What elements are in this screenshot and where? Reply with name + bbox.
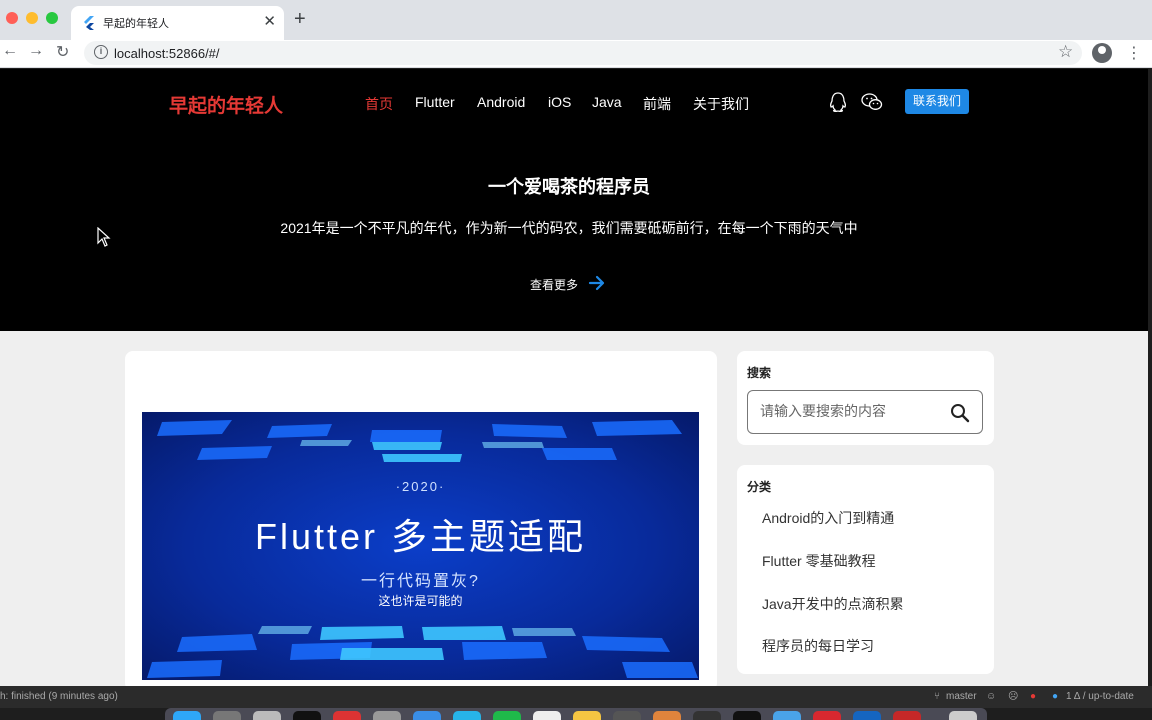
dock-app-icon[interactable]: [413, 711, 441, 720]
search-card: 搜索: [737, 351, 994, 445]
reload-button[interactable]: ↻: [56, 42, 69, 62]
dock-app-icon[interactable]: [333, 711, 361, 720]
category-item[interactable]: 程序员的每日学习: [762, 636, 874, 656]
article-card[interactable]: ·2020· Flutter 多主题适配 一行代码置灰? 这也许是可能的: [125, 351, 717, 686]
search-input[interactable]: [760, 403, 940, 419]
category-item[interactable]: Android的入门到精通: [762, 508, 894, 528]
sync-globe-icon: ●: [1052, 691, 1059, 702]
web-page: 早起的年轻人 首页 Flutter Android iOS Java 前端 关于…: [0, 69, 1148, 686]
sad-icon[interactable]: ☹: [1008, 691, 1018, 702]
search-title: 搜索: [747, 366, 772, 380]
mouse-cursor-icon: [97, 227, 111, 247]
browser-tab[interactable]: 早起的年轻人 ✕: [71, 6, 284, 40]
banner-subtitle-2: 这也许是可能的: [378, 594, 463, 608]
dock-app-icon[interactable]: [893, 711, 921, 720]
url-text[interactable]: localhost:52866/#/: [114, 46, 220, 61]
search-icon[interactable]: [950, 403, 970, 423]
banner-year: ·2020·: [395, 479, 446, 494]
back-button[interactable]: ←: [2, 42, 18, 60]
banner-subtitle-1: 一行代码置灰?: [361, 573, 480, 590]
nav-flutter[interactable]: Flutter: [415, 94, 455, 110]
article-banner-image[interactable]: ·2020· Flutter 多主题适配 一行代码置灰? 这也许是可能的: [142, 412, 699, 680]
forward-button[interactable]: →: [28, 42, 44, 60]
nav-home[interactable]: 首页: [365, 94, 393, 114]
tab-title: 早起的年轻人: [103, 18, 169, 30]
browser-menu-icon[interactable]: ⋮: [1126, 43, 1142, 63]
category-item[interactable]: Java开发中的点滴积累: [762, 594, 904, 614]
macos-dock: [165, 708, 987, 720]
dock-app-icon[interactable]: [373, 711, 401, 720]
dock-app-icon[interactable]: [773, 711, 801, 720]
nav-ios[interactable]: iOS: [548, 94, 571, 110]
browser-tab-bar: 早起的年轻人 ✕ +: [0, 0, 1152, 40]
close-window-button[interactable]: [6, 12, 18, 24]
smiley-icon[interactable]: ☺: [986, 691, 996, 702]
nav-about[interactable]: 关于我们: [693, 94, 749, 114]
dock-app-icon[interactable]: [693, 711, 721, 720]
dock-app-icon[interactable]: [853, 711, 881, 720]
flutter-favicon-icon: [84, 16, 94, 30]
error-icon[interactable]: ●: [1030, 691, 1036, 702]
address-bar[interactable]: i localhost:52866/#/: [84, 41, 1082, 65]
dock-app-icon[interactable]: [253, 711, 281, 720]
dock-app-icon[interactable]: [613, 711, 641, 720]
nav-frontend[interactable]: 前端: [643, 94, 671, 114]
contact-button[interactable]: 联系我们: [905, 89, 969, 114]
ide-status-bar: h: finished (9 minutes ago) ⑂ master ☺ ☹…: [0, 686, 1152, 708]
git-branch-icon: ⑂: [934, 691, 940, 702]
hero-subtitle: 2021年是一个不平凡的年代，作为新一代的码农，我们需要砥砺前行，在每一个下雨的…: [280, 220, 858, 236]
dock-app-icon[interactable]: [573, 711, 601, 720]
category-card: 分类 Android的入门到精通 Flutter 零基础教程 Java开发中的点…: [737, 465, 994, 674]
hero-title: 一个爱喝茶的程序员: [488, 177, 650, 197]
dock-app-icon[interactable]: [733, 711, 761, 720]
git-branch[interactable]: master: [946, 691, 977, 702]
profile-avatar-icon[interactable]: [1092, 43, 1112, 63]
sync-status[interactable]: 1 Δ / up-to-date: [1066, 691, 1134, 702]
site-logo[interactable]: 早起的年轻人: [169, 91, 283, 118]
category-title: 分类: [747, 480, 772, 494]
nav-android[interactable]: Android: [477, 94, 525, 110]
search-box[interactable]: [747, 390, 983, 434]
dock-app-icon[interactable]: [453, 711, 481, 720]
dock-app-icon[interactable]: [493, 711, 521, 720]
category-item[interactable]: Flutter 零基础教程: [762, 551, 876, 571]
dock-app-icon[interactable]: [949, 711, 977, 720]
dock-app-icon[interactable]: [653, 711, 681, 720]
dock-app-icon[interactable]: [813, 711, 841, 720]
arrow-right-icon[interactable]: [588, 275, 606, 291]
nav-java[interactable]: Java: [592, 94, 622, 110]
qq-icon[interactable]: [828, 91, 848, 113]
dock-app-icon[interactable]: [213, 711, 241, 720]
maximize-window-button[interactable]: [46, 12, 58, 24]
view-more-link[interactable]: 查看更多: [530, 276, 578, 293]
bookmark-star-icon[interactable]: ☆: [1058, 42, 1073, 62]
minimize-window-button[interactable]: [26, 12, 38, 24]
dock-app-icon[interactable]: [533, 711, 561, 720]
dock-app-icon[interactable]: [293, 711, 321, 720]
new-tab-button[interactable]: +: [294, 8, 306, 31]
site-info-icon[interactable]: i: [94, 45, 108, 59]
close-tab-icon[interactable]: ✕: [263, 12, 276, 30]
browser-toolbar: ← → ↻ i localhost:52866/#/ ☆ ⋮: [0, 40, 1152, 68]
dock-app-icon[interactable]: [173, 711, 201, 720]
hero-section: 早起的年轻人 首页 Flutter Android iOS Java 前端 关于…: [0, 69, 1148, 331]
status-message: h: finished (9 minutes ago): [0, 691, 118, 702]
wechat-icon[interactable]: [861, 92, 883, 112]
banner-title: Flutter 多主题适配: [254, 516, 587, 557]
